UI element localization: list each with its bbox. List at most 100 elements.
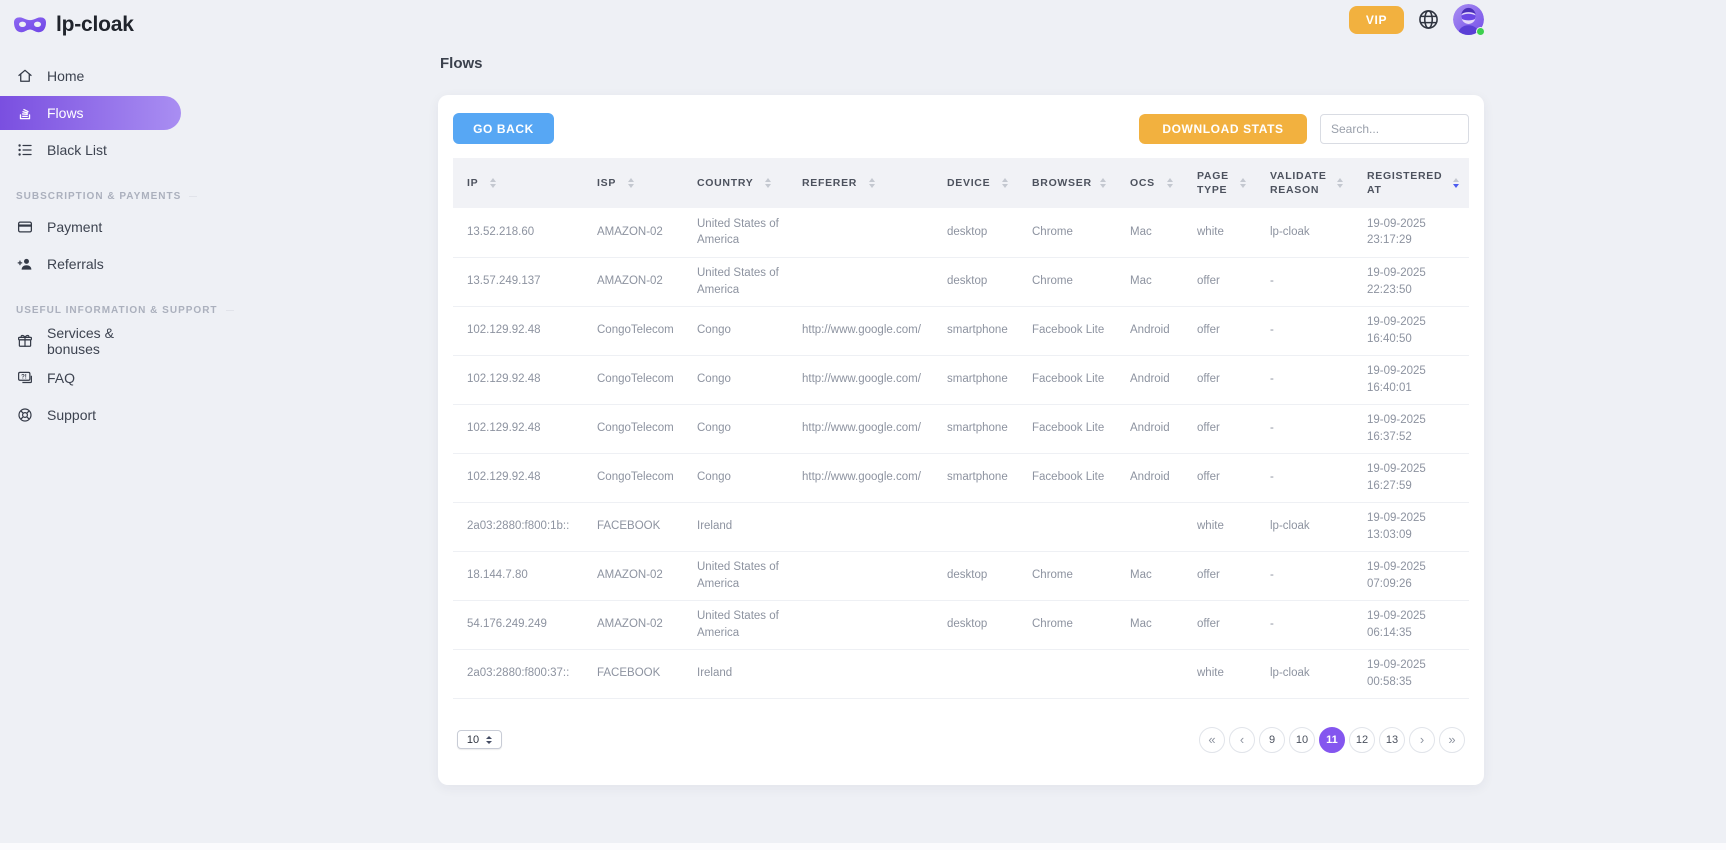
sidebar-item-faq[interactable]: ?! FAQ [0, 361, 181, 395]
column-header-isp[interactable]: ISP [583, 158, 683, 208]
page-button-9[interactable]: 9 [1259, 727, 1285, 753]
column-header-validate-reason[interactable]: VALIDATE REASON [1256, 158, 1353, 208]
faq-icon: ?! [16, 369, 34, 387]
table-cell: Ireland [683, 502, 788, 551]
table-cell: Chrome [1018, 257, 1116, 306]
table-cell: 19-09-2025 23:17:29 [1353, 208, 1469, 257]
table-cell: - [1256, 257, 1353, 306]
table-cell: - [1256, 355, 1353, 404]
globe-icon [1417, 8, 1440, 31]
sidebar-section-label: USEFUL INFORMATION & SUPPORT [16, 305, 218, 316]
table-header-row: IP ISP COUNTRY REFERER DEVICE BROWSER OC… [453, 158, 1469, 208]
table-cell [933, 649, 1018, 698]
table-row: 2a03:2880:f800:37::FACEBOOKIrelandwhitel… [453, 649, 1469, 698]
table-cell: - [1256, 453, 1353, 502]
table-cell: http://www.google.com/ [788, 306, 933, 355]
table-cell: Mac [1116, 600, 1183, 649]
sidebar-item-black-list[interactable]: Black List [0, 133, 181, 167]
table-cell [1018, 502, 1116, 551]
download-stats-button[interactable]: DOWNLOAD STATS [1139, 114, 1307, 144]
page-button-11-active[interactable]: 11 [1319, 727, 1345, 753]
table-cell: United States of America [683, 208, 788, 257]
sidebar-nav: Home Flows Black List SUBSCRIPTION & PAY… [0, 59, 181, 432]
column-header-page-type[interactable]: PAGE TYPE [1183, 158, 1256, 208]
table-cell: CongoTelecom [583, 453, 683, 502]
sidebar-item-label: Flows [47, 105, 84, 121]
toolbar: GO BACK DOWNLOAD STATS [453, 113, 1469, 144]
user-menu-button[interactable] [1453, 4, 1484, 35]
table-cell: lp-cloak [1256, 649, 1353, 698]
next-page-button[interactable]: › [1409, 727, 1435, 753]
column-header-registered-at[interactable]: REGISTERED AT [1353, 158, 1469, 208]
table-cell: http://www.google.com/ [788, 355, 933, 404]
sidebar-item-referrals[interactable]: Referrals [0, 247, 181, 281]
table-cell: AMAZON-02 [583, 551, 683, 600]
vip-button[interactable]: VIP [1349, 6, 1404, 34]
table-row: 2a03:2880:f800:1b::FACEBOOKIrelandwhitel… [453, 502, 1469, 551]
page-size-select[interactable]: 10 [457, 730, 502, 749]
payment-icon [16, 218, 34, 236]
table-header: IP ISP COUNTRY REFERER DEVICE BROWSER OC… [453, 158, 1469, 208]
table-cell [933, 502, 1018, 551]
table-cell [1116, 502, 1183, 551]
first-page-button[interactable]: « [1199, 727, 1225, 753]
table-cell: offer [1183, 355, 1256, 404]
table-cell: white [1183, 649, 1256, 698]
sidebar-item-home[interactable]: Home [0, 59, 181, 93]
table-cell: http://www.google.com/ [788, 453, 933, 502]
table-cell: desktop [933, 257, 1018, 306]
column-header-browser[interactable]: BROWSER [1018, 158, 1116, 208]
table-cell: CongoTelecom [583, 404, 683, 453]
sidebar-item-payment[interactable]: Payment [0, 210, 181, 244]
table-cell: desktop [933, 551, 1018, 600]
sidebar-item-flows[interactable]: Flows [0, 96, 181, 130]
page-button-10[interactable]: 10 [1289, 727, 1315, 753]
column-header-device[interactable]: DEVICE [933, 158, 1018, 208]
sidebar-item-services-bonuses[interactable]: Services & bonuses [0, 324, 181, 358]
table-cell: offer [1183, 551, 1256, 600]
table-cell: - [1256, 551, 1353, 600]
column-header-ocs[interactable]: OCS [1116, 158, 1183, 208]
brand-logo[interactable]: lp-cloak [13, 13, 181, 37]
table-cell: Mac [1116, 208, 1183, 257]
go-back-button[interactable]: GO BACK [453, 113, 554, 144]
table-cell: Chrome [1018, 600, 1116, 649]
table-cell: 54.176.249.249 [453, 600, 583, 649]
table-cell: smartphone [933, 404, 1018, 453]
table-cell: Android [1116, 306, 1183, 355]
table-cell: Facebook Lite [1018, 453, 1116, 502]
table-row: 102.129.92.48CongoTelecomCongohttp://www… [453, 306, 1469, 355]
sidebar-item-label: Home [47, 68, 84, 84]
sort-icon [869, 178, 875, 188]
sort-icon-active-desc [1453, 178, 1459, 188]
table-cell: Chrome [1018, 551, 1116, 600]
page-button-12[interactable]: 12 [1349, 727, 1375, 753]
table-cell [1116, 649, 1183, 698]
prev-page-button[interactable]: ‹ [1229, 727, 1255, 753]
table-cell: white [1183, 502, 1256, 551]
table-cell: 102.129.92.48 [453, 355, 583, 404]
table-cell: Android [1116, 404, 1183, 453]
language-button[interactable] [1417, 8, 1440, 31]
column-header-country[interactable]: COUNTRY [683, 158, 788, 208]
page-button-13[interactable]: 13 [1379, 727, 1405, 753]
table-cell: 102.129.92.48 [453, 453, 583, 502]
table-cell: Android [1116, 355, 1183, 404]
sidebar-item-label: Black List [47, 142, 107, 158]
sidebar-item-support[interactable]: Support [0, 398, 181, 432]
table-cell: 2a03:2880:f800:1b:: [453, 502, 583, 551]
table-cell: 18.144.7.80 [453, 551, 583, 600]
search-input[interactable] [1320, 114, 1469, 144]
sort-icon [1100, 178, 1106, 188]
sidebar-item-label: Services & bonuses [47, 325, 165, 357]
brand-name: lp-cloak [56, 13, 134, 37]
table-row: 18.144.7.80AMAZON-02United States of Ame… [453, 551, 1469, 600]
support-icon [16, 406, 34, 424]
column-header-referer[interactable]: REFERER [788, 158, 933, 208]
table-cell: lp-cloak [1256, 208, 1353, 257]
table-cell: 19-09-2025 00:58:35 [1353, 649, 1469, 698]
table-cell: Facebook Lite [1018, 355, 1116, 404]
sort-icon [1002, 178, 1008, 188]
last-page-button[interactable]: » [1439, 727, 1465, 753]
column-header-ip[interactable]: IP [453, 158, 583, 208]
